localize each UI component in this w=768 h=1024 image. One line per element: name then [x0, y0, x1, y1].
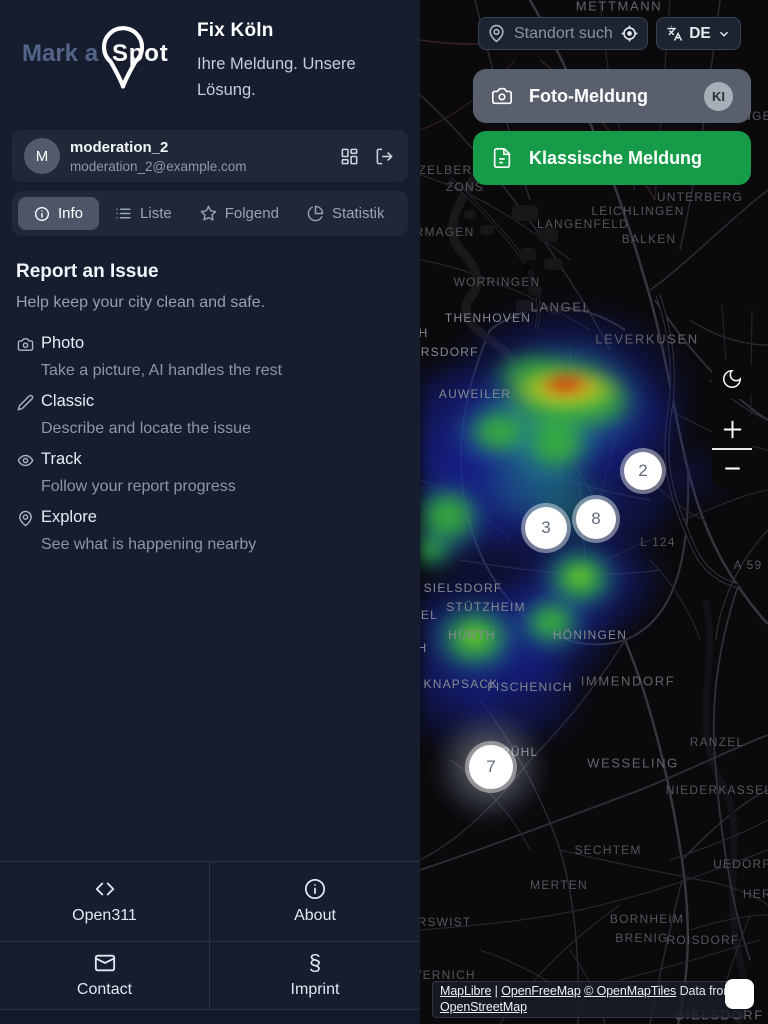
svg-text:Spot: Spot	[112, 40, 169, 67]
svg-text:Mark a: Mark a	[22, 40, 99, 67]
